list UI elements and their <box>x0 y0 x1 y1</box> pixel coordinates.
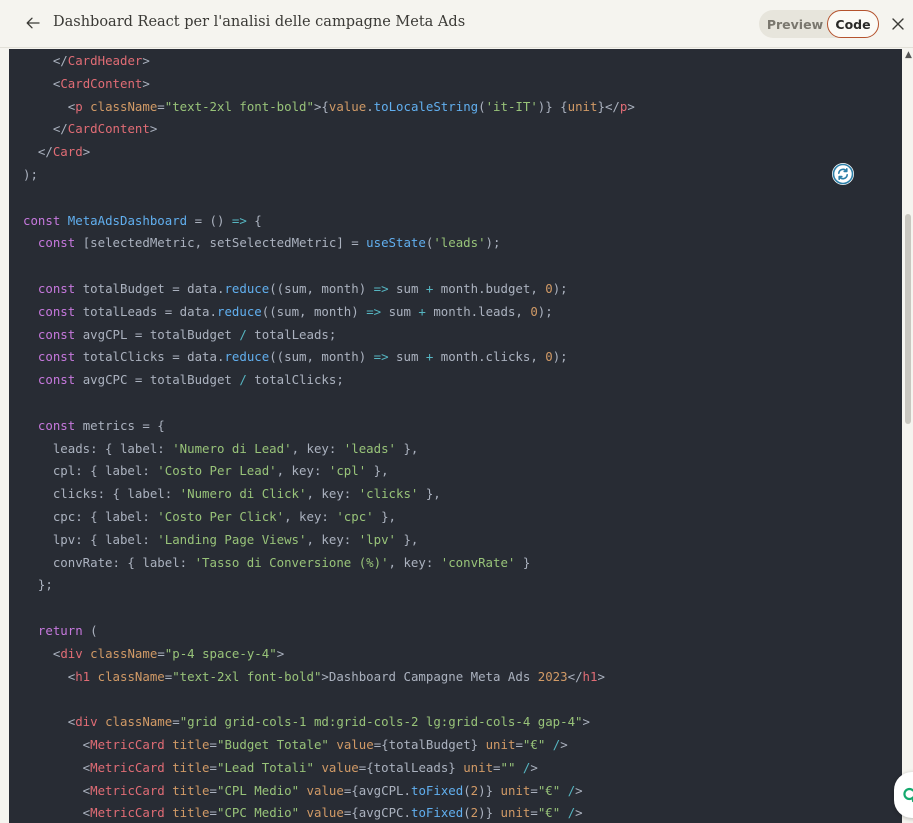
code-line: const totalClicks = data.reduce((sum, mo… <box>37 349 568 365</box>
code-tab[interactable]: Code <box>827 10 879 38</box>
code-line: const totalLeads = data.reduce((sum, mon… <box>37 303 553 319</box>
code-line: const MetaAdsDashboard = () => { <box>23 212 262 228</box>
arrow-left-icon <box>26 17 40 29</box>
sync-button[interactable] <box>832 163 854 185</box>
view-toggle: Preview Code <box>759 10 879 38</box>
scrollbar-thumb[interactable] <box>905 214 911 424</box>
code-editor[interactable]: </CardHeader> <CardContent> <p className… <box>9 49 902 823</box>
code-line: <MetricCard title="CPL Medio" value={avg… <box>23 782 583 798</box>
back-button[interactable] <box>22 12 44 34</box>
artifact-title: Dashboard React per l'analisi delle camp… <box>53 14 466 30</box>
code-line: </CardHeader> <box>23 53 150 68</box>
code-line: const avgCPL = totalBudget / totalLeads; <box>37 326 337 342</box>
code-line: const metrics = { <box>37 417 165 433</box>
code-line: cpl: { label: 'Costo Per Lead', key: 'cp… <box>23 463 389 479</box>
sync-icon <box>832 163 854 185</box>
code-line: clicks: { label: 'Numero di Click', key:… <box>23 486 441 502</box>
code-line: <MetricCard title="Lead Totali" value={t… <box>23 759 538 775</box>
code-line: <h1 className="text-2xl font-bold">Dashb… <box>23 668 605 684</box>
code-line: const avgCPC = totalBudget / totalClicks… <box>37 372 344 388</box>
code-line: cpc: { label: 'Costo Per Click', key: 'c… <box>23 509 397 524</box>
grammarly-icon <box>903 787 913 803</box>
grammarly-button[interactable] <box>894 772 913 818</box>
code-line: lpv: { label: 'Landing Page Views', key:… <box>23 531 419 547</box>
code-line: <div className="p-4 space-y-4"> <box>23 645 285 661</box>
artifact-header: Dashboard React per l'analisi delle camp… <box>0 0 913 48</box>
code-line: convRate: { label: 'Tasso di Conversione… <box>23 554 531 570</box>
code-line: <div className="grid grid-cols-1 md:grid… <box>23 714 590 730</box>
code-line: <p className="text-2xl font-bold">{value… <box>23 98 635 114</box>
code-line: ); <box>23 167 38 182</box>
code-line: </CardContent> <box>23 121 158 137</box>
code-line: return ( <box>37 623 98 638</box>
code-line: }; <box>23 577 53 593</box>
code-line: const [selectedMetric, setSelectedMetric… <box>37 235 501 251</box>
code-line: const totalBudget = data.reduce((sum, mo… <box>37 281 568 296</box>
preview-tab[interactable]: Preview <box>761 12 829 36</box>
code-line: <CardContent> <box>23 75 150 91</box>
code-line: <MetricCard title="CPC Medio" value={avg… <box>23 805 583 821</box>
scroll-up-arrow[interactable]: ▲ <box>905 50 913 60</box>
scrollbar-track[interactable] <box>902 49 913 823</box>
close-icon <box>892 18 904 30</box>
code-line: leads: { label: 'Numero di Lead', key: '… <box>23 440 419 456</box>
code-line: <MetricCard title="Budget Totale" value=… <box>23 737 568 752</box>
close-button[interactable] <box>887 13 909 35</box>
code-line: </Card> <box>23 144 91 160</box>
